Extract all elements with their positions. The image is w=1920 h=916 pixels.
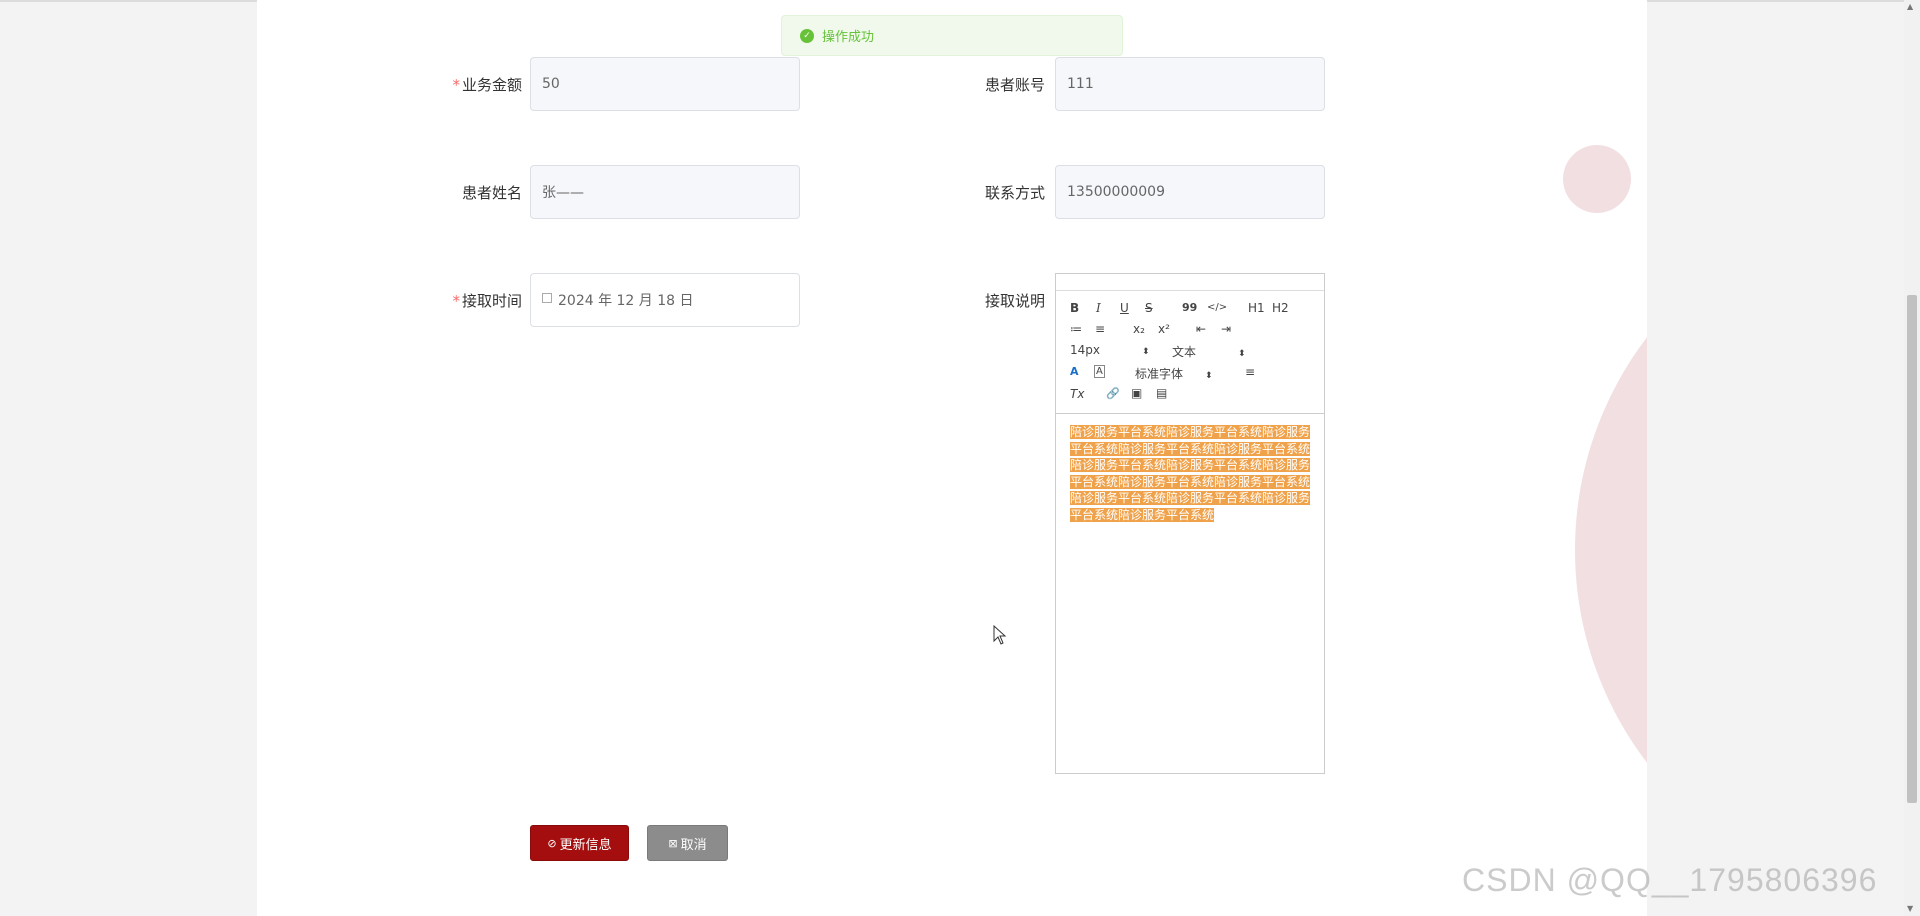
outdent-icon[interactable]: ⇤ [1196,322,1206,336]
date-picker[interactable]: 2024 年 12 月 18 日 [530,273,800,327]
success-toast: ✓ 操作成功 [781,15,1123,56]
chevron-updown-icon: ⬍ [1142,347,1150,357]
time-label: * 接取时间 [452,292,522,310]
circle-check-icon: ⊘ [547,836,557,850]
blockquote-icon[interactable]: 99 [1182,301,1197,314]
scroll-up-icon[interactable]: ▲ [1907,2,1913,11]
decorative-ring [1575,200,1647,900]
editor-top-strip [1056,274,1324,291]
highlighted-text: 陪诊服务平台系统陪诊服务平台系统陪诊服务平台系统陪诊服务平台系统陪诊服务平台系统… [1070,425,1311,522]
decorative-dot [1563,145,1631,213]
superscript-icon[interactable]: x² [1158,322,1170,336]
text-color-icon[interactable]: A [1070,365,1079,378]
name-input[interactable]: 张—— [530,165,800,219]
contact-label: 联系方式 [984,184,1045,202]
scrollbar-thumb[interactable] [1907,295,1917,803]
image-icon[interactable]: ▣ [1131,386,1142,400]
name-label: 患者姓名 [461,184,522,202]
strike-icon[interactable]: S [1145,301,1153,315]
h2-icon[interactable]: H2 [1272,301,1289,315]
desc-label: 接取说明 [984,292,1045,310]
amount-input[interactable]: 50 [530,57,800,111]
bold-icon[interactable]: B [1070,301,1079,315]
rich-text-editor[interactable]: B I U S 99 </> H1 H2 ≔ ≡ x₂ x² ⇤ ⇥ 14px ⬍… [1055,273,1325,774]
clean-format-icon[interactable]: Tx [1070,387,1084,401]
align-icon[interactable]: ≡ [1245,365,1255,379]
link-icon[interactable]: 🔗 [1106,387,1120,400]
underline-icon[interactable]: U [1120,301,1129,315]
amount-label: * 业务金额 [452,76,522,94]
scroll-down-icon[interactable]: ▼ [1907,904,1913,913]
subscript-icon[interactable]: x₂ [1133,322,1145,336]
editor-toolbar: B I U S 99 </> H1 H2 ≔ ≡ x₂ x² ⇤ ⇥ 14px ⬍… [1056,291,1324,414]
calendar-icon [542,293,552,303]
account-input[interactable]: 111 [1055,57,1325,111]
chevron-updown-icon: ⬍ [1205,371,1213,381]
toast-message: 操作成功 [822,30,875,45]
indent-icon[interactable]: ⇥ [1221,322,1231,336]
header-select[interactable]: 文本 ⬍ [1172,343,1246,360]
cancel-button[interactable]: ⊠ 取消 [647,825,728,861]
h1-icon[interactable]: H1 [1248,301,1265,315]
code-icon[interactable]: </> [1207,302,1227,313]
update-button[interactable]: ⊘ 更新信息 [530,825,629,861]
account-label: 患者账号 [984,76,1045,94]
mouse-cursor-icon [993,625,1007,645]
check-circle-icon: ✓ [800,28,814,43]
watermark: CSDN @QQ__1795806396 [1462,862,1878,898]
background-color-icon[interactable]: A [1094,365,1105,378]
contact-input[interactable]: 13500000009 [1055,165,1325,219]
close-box-icon: ⊠ [668,836,678,850]
size-select[interactable]: 14px ⬍ [1070,343,1150,357]
video-icon[interactable]: ▤ [1156,386,1167,400]
ordered-list-icon[interactable]: ≔ [1070,322,1082,336]
chevron-updown-icon: ⬍ [1238,349,1246,359]
editor-content[interactable]: 陪诊服务平台系统陪诊服务平台系统陪诊服务平台系统陪诊服务平台系统陪诊服务平台系统… [1056,414,1324,533]
italic-icon[interactable]: I [1096,301,1101,315]
bullet-list-icon[interactable]: ≡ [1095,322,1105,336]
form-panel [257,0,1647,916]
font-select[interactable]: 标准字体 ⬍ [1135,365,1213,382]
